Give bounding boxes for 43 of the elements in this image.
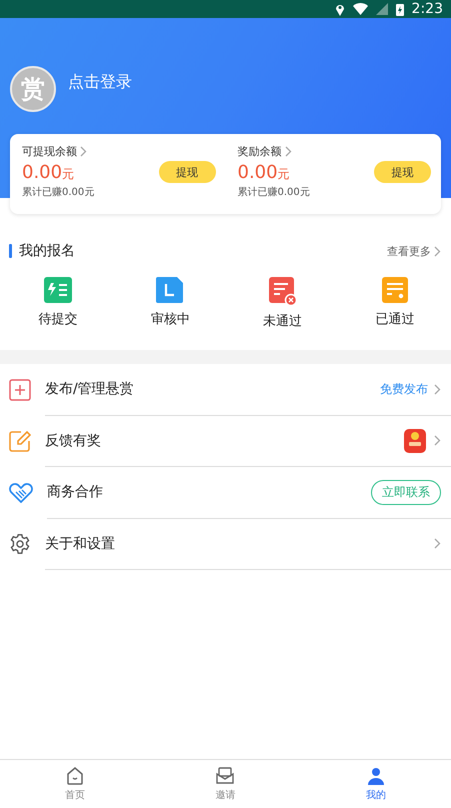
gift-envelope-icon [402,428,428,454]
document-icon [155,276,186,304]
menu-item[interactable]: 商务合作 [47,483,365,502]
view-more-link[interactable]: 查看更多 [387,244,441,258]
battery-icon [396,2,404,16]
signup-status-item[interactable]: 待提交 [2,276,114,334]
signup-status-item[interactable]: 未通过 [226,276,339,334]
signup-status-item[interactable]: 审核中 [114,276,226,334]
wifi-icon [352,3,368,15]
add-icon [9,378,31,401]
nav-tab[interactable]: 我的 [300,760,451,808]
envelope-icon [215,766,236,786]
balance-amount: 0.00元 [238,162,290,182]
section-marker [9,244,12,258]
menu-item[interactable]: 发布/管理悬赏 [45,380,374,398]
document-icon [268,276,298,306]
nav-tab[interactable]: 首页 [0,760,150,808]
balance-amount: 0.00元 [22,162,74,182]
edit-icon [9,430,31,452]
chevron-icon [284,146,292,157]
document-icon [380,276,409,304]
section-title: 我的报名 [19,242,75,260]
total-earned: 累计已赚0.00元 [238,186,311,199]
chevron-icon [434,246,441,256]
balance-label[interactable]: 奖励余额 [238,144,282,159]
balance-label[interactable]: 可提现余额 [22,144,77,159]
document-icon [42,276,74,304]
signal-icon [376,3,388,15]
signup-status-item[interactable]: 已通过 [338,276,451,334]
status-time: 2:23 [412,1,443,17]
menu-item[interactable]: 关于和设置 [45,534,428,553]
handshake-heart-icon [9,482,33,503]
menu-item[interactable]: 反馈有奖 [45,432,396,450]
nav-tab[interactable]: 邀请 [150,760,301,808]
withdraw-button[interactable]: 提现 [158,161,216,183]
location-icon [334,2,345,16]
home-icon [65,766,86,786]
withdraw-button[interactable]: 提现 [374,161,431,183]
total-earned: 累计已赚0.00元 [22,186,96,199]
chevron-icon [80,146,87,157]
login-link[interactable]: 点击登录 [68,72,132,92]
person-icon [366,766,386,786]
settings-icon [9,533,31,556]
